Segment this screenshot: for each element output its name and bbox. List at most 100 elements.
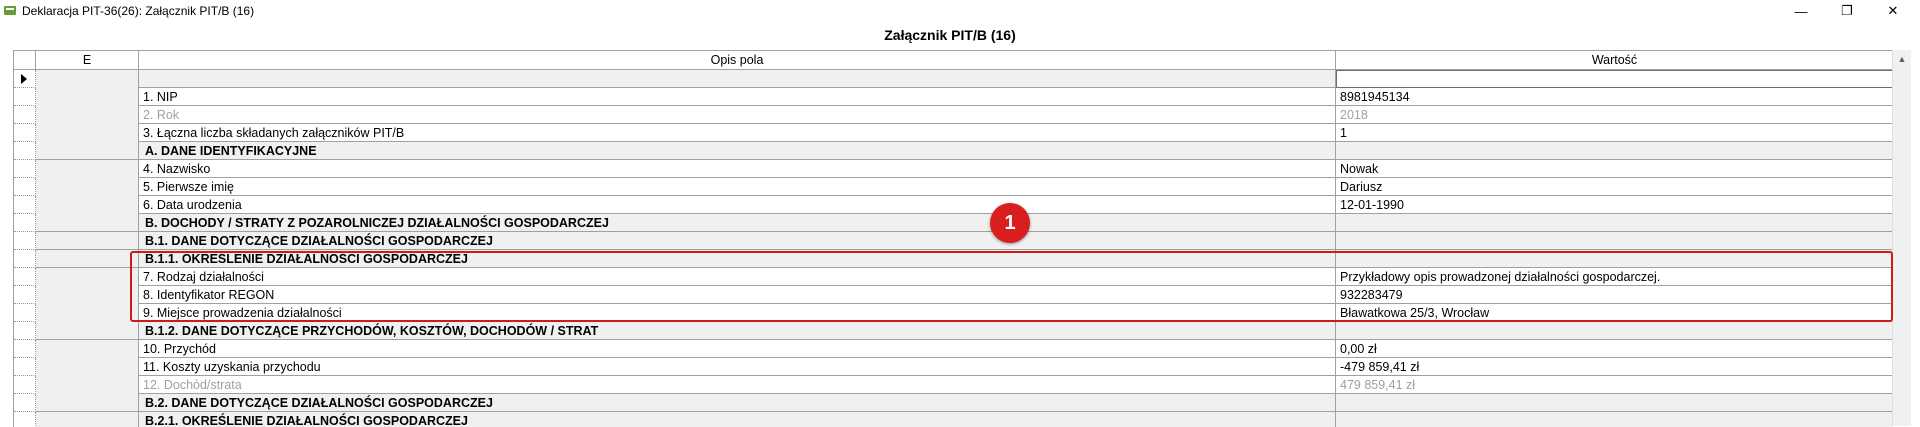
description-cell: 8. Identyfikator REGON: [139, 286, 1336, 304]
e-cell: [36, 178, 139, 196]
value-cell[interactable]: 479 859,41 zł: [1336, 376, 1893, 394]
value-cell[interactable]: Bławatkowa 25/3, Wrocław: [1336, 304, 1893, 322]
table-row[interactable]: 3. Łączna liczba składanych załączników …: [14, 124, 1893, 142]
e-cell: [36, 376, 139, 394]
value-cell[interactable]: 2018: [1336, 106, 1893, 124]
table-row[interactable]: 4. Nazwisko Nowak: [14, 160, 1893, 178]
row-selector[interactable]: [14, 142, 36, 160]
row-selector[interactable]: [14, 394, 36, 412]
e-cell: [36, 340, 139, 358]
annotation-marker: 1: [990, 203, 1030, 243]
e-cell: [36, 304, 139, 322]
new-entry-row[interactable]: [14, 70, 1893, 88]
e-cell: [36, 106, 139, 124]
row-selector[interactable]: [14, 376, 36, 394]
value-input[interactable]: [1336, 70, 1893, 88]
value-cell[interactable]: Dariusz: [1336, 178, 1893, 196]
fields-grid: E Opis pola Wartość 1. NIP 8981945134 2. R…: [13, 50, 1893, 427]
value-cell[interactable]: -479 859,41 zł: [1336, 358, 1893, 376]
table-row[interactable]: 9. Miejsce prowadzenia działalności Bława…: [14, 304, 1893, 322]
table-row[interactable]: 12. Dochód/strata 479 859,41 zł: [14, 376, 1893, 394]
e-cell: [36, 232, 139, 250]
e-cell: [36, 268, 139, 286]
section-row[interactable]: B. DOCHODY / STRATY Z POZAROLNICZEJ DZIA…: [14, 214, 1893, 232]
row-selector[interactable]: [14, 232, 36, 250]
description-cell: 11. Koszty uzyskania przychodu: [139, 358, 1336, 376]
description-cell: B.2. DANE DOTYCZĄCE DZIAŁALNOŚCI GOSPODA…: [139, 394, 1336, 412]
row-selector[interactable]: [14, 286, 36, 304]
e-cell: [36, 394, 139, 412]
table-row[interactable]: 8. Identyfikator REGON 932283479: [14, 286, 1893, 304]
value-cell[interactable]: 0,00 zł: [1336, 340, 1893, 358]
e-cell: [36, 142, 139, 160]
table-row[interactable]: 2. Rok 2018: [14, 106, 1893, 124]
e-cell: [36, 196, 139, 214]
row-selector[interactable]: [14, 250, 36, 268]
row-selector[interactable]: [14, 322, 36, 340]
description-cell: 2. Rok: [139, 106, 1336, 124]
vertical-scrollbar[interactable]: ▲: [1892, 50, 1911, 426]
row-selector[interactable]: [14, 178, 36, 196]
value-cell: [1336, 232, 1893, 250]
value-cell: [1336, 214, 1893, 232]
value-cell: [1336, 412, 1893, 427]
description-cell: 6. Data urodzenia: [139, 196, 1336, 214]
table-row[interactable]: 10. Przychód 0,00 zł: [14, 340, 1893, 358]
description-cell: A. DANE IDENTYFIKACYJNE: [139, 142, 1336, 160]
e-cell: [36, 214, 139, 232]
e-cell: [36, 160, 139, 178]
row-selector[interactable]: [14, 88, 36, 106]
section-row[interactable]: B.1.1. OKREŚLENIE DZIAŁALNOŚCI GOSPODARC…: [14, 250, 1893, 268]
description-cell: 12. Dochód/strata: [139, 376, 1336, 394]
section-row[interactable]: B.1. DANE DOTYCZĄCE DZIAŁALNOŚCI GOSPODA…: [14, 232, 1893, 250]
column-header-e[interactable]: E: [36, 51, 139, 70]
minimize-button[interactable]: —: [1778, 0, 1824, 22]
table-row[interactable]: 1. NIP 8981945134: [14, 88, 1893, 106]
row-selector[interactable]: [14, 304, 36, 322]
section-row[interactable]: A. DANE IDENTYFIKACYJNE: [14, 142, 1893, 160]
value-cell[interactable]: 932283479: [1336, 286, 1893, 304]
window-titlebar: Deklaracja PIT-36(26): Załącznik PIT/B (…: [0, 0, 1920, 22]
value-cell[interactable]: Nowak: [1336, 160, 1893, 178]
table-row[interactable]: 11. Koszty uzyskania przychodu -479 859,4…: [14, 358, 1893, 376]
row-selector[interactable]: [14, 160, 36, 178]
scroll-up-icon[interactable]: ▲: [1893, 50, 1911, 67]
current-row-arrow-icon: [21, 74, 27, 84]
row-selector[interactable]: [14, 268, 36, 286]
row-selector[interactable]: [14, 358, 36, 376]
row-selector[interactable]: [14, 70, 36, 88]
column-header-value[interactable]: Wartość: [1336, 51, 1893, 70]
description-cell: 7. Rodzaj działalności: [139, 268, 1336, 286]
description-cell: 9. Miejsce prowadzenia działalności: [139, 304, 1336, 322]
row-selector[interactable]: [14, 214, 36, 232]
value-cell: [1336, 322, 1893, 340]
e-cell: [36, 250, 139, 268]
row-selector[interactable]: [14, 124, 36, 142]
description-cell: B.2.1. OKREŚLENIE DZIAŁALNOŚCI GOSPODARC…: [139, 412, 1336, 427]
section-row[interactable]: B.1.2. DANE DOTYCZĄCE PRZYCHODÓW, KOSZTÓ…: [14, 322, 1893, 340]
description-cell: [139, 70, 1336, 88]
row-selector-header: [14, 51, 36, 70]
value-cell: [1336, 394, 1893, 412]
e-cell: [36, 70, 139, 88]
row-selector[interactable]: [14, 196, 36, 214]
value-cell[interactable]: 12-01-1990: [1336, 196, 1893, 214]
value-cell[interactable]: Przykładowy opis prowadzonej działalnośc…: [1336, 268, 1893, 286]
e-cell: [36, 286, 139, 304]
value-cell: [1336, 250, 1893, 268]
value-cell[interactable]: 8981945134: [1336, 88, 1893, 106]
row-selector[interactable]: [14, 340, 36, 358]
section-row[interactable]: B.2.1. OKREŚLENIE DZIAŁALNOŚCI GOSPODARC…: [14, 412, 1893, 427]
app-icon: [4, 6, 16, 15]
maximize-button[interactable]: ❐: [1824, 0, 1870, 22]
e-cell: [36, 322, 139, 340]
table-row[interactable]: 5. Pierwsze imię Dariusz: [14, 178, 1893, 196]
table-row[interactable]: 6. Data urodzenia 12-01-1990: [14, 196, 1893, 214]
column-header-description[interactable]: Opis pola: [139, 51, 1336, 70]
section-row[interactable]: B.2. DANE DOTYCZĄCE DZIAŁALNOŚCI GOSPODA…: [14, 394, 1893, 412]
row-selector[interactable]: [14, 106, 36, 124]
value-cell[interactable]: 1: [1336, 124, 1893, 142]
table-row[interactable]: 7. Rodzaj działalności Przykładowy opis p…: [14, 268, 1893, 286]
row-selector[interactable]: [14, 412, 36, 427]
close-button[interactable]: ✕: [1870, 0, 1916, 22]
